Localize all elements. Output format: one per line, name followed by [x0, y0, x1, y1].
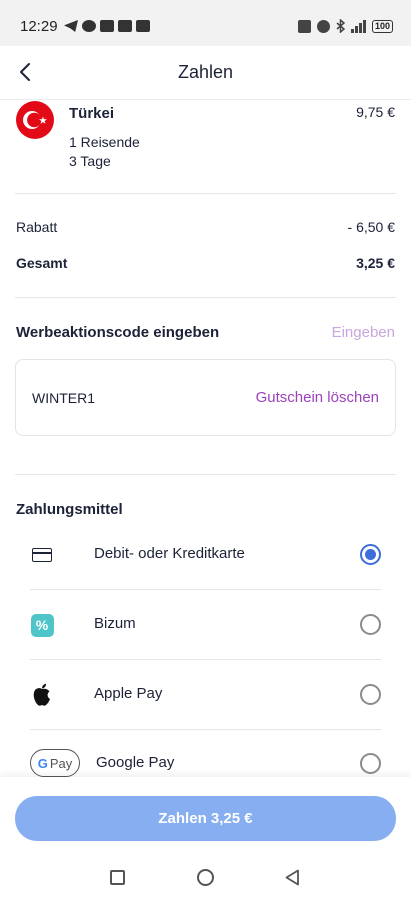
voucher-code: WINTER1 — [32, 390, 95, 406]
checkout-content: Türkei 9,75 € 1 Reisende 3 Tage Rabatt -… — [0, 100, 411, 777]
radio-selected[interactable] — [360, 544, 381, 565]
payment-option-label: Apple Pay — [94, 685, 163, 702]
item-duration: 3 Tage — [69, 153, 111, 169]
payment-option-label: Bizum — [94, 615, 136, 632]
total-value: 3,25 € — [356, 255, 395, 271]
recent-apps-icon[interactable] — [110, 870, 125, 885]
divider — [15, 297, 396, 298]
payment-option-label: Google Pay — [96, 754, 175, 771]
radio-unselected[interactable] — [360, 753, 381, 774]
enter-promo-link[interactable]: Eingeben — [332, 324, 395, 341]
divider — [15, 474, 396, 475]
battery-indicator: 100 — [371, 19, 393, 33]
facebook-icon — [82, 20, 96, 32]
radio-unselected[interactable] — [360, 684, 381, 705]
payment-option-label: Debit- oder Kreditkarte — [94, 545, 245, 562]
nfc-icon — [297, 19, 311, 33]
pay-button[interactable]: Zahlen 3,25 € — [15, 796, 396, 841]
google-pay-icon: G Pay — [30, 749, 80, 777]
telegram-icon — [64, 20, 78, 32]
app-header: Zahlen — [0, 46, 411, 100]
checkout-footer: Zahlen 3,25 € — [0, 777, 411, 847]
discount-value: - 6,50 € — [347, 219, 395, 235]
promo-code-title: Werbeaktionscode eingeben — [16, 324, 220, 341]
payment-option-bizum[interactable]: % Bizum — [30, 590, 381, 659]
discount-label: Rabatt — [16, 219, 58, 235]
apple-icon — [30, 683, 54, 707]
nav-back-icon[interactable] — [284, 869, 301, 886]
voucher-card: WINTER1 Gutschein löschen — [15, 359, 396, 436]
total-label: Gesamt — [16, 255, 68, 271]
home-icon[interactable] — [197, 869, 214, 886]
payment-option-google-pay[interactable]: G Pay Google Pay — [30, 729, 381, 777]
status-time: 12:29 — [20, 18, 58, 35]
status-bar: 12:29 100 — [0, 0, 411, 46]
system-nav-bar — [0, 847, 411, 900]
delete-voucher-link[interactable]: Gutschein löschen — [256, 389, 379, 406]
item-travelers: 1 Reisende — [69, 134, 140, 150]
youtube-icon — [100, 20, 114, 32]
payment-option-card[interactable]: Debit- oder Kreditkarte — [30, 520, 381, 589]
youtube-icon — [118, 20, 132, 32]
divider — [15, 193, 396, 194]
signal-5g-icon — [350, 19, 366, 33]
radio-unselected[interactable] — [360, 614, 381, 635]
item-country: Türkei — [69, 105, 115, 122]
item-price: 9,75 € — [356, 104, 395, 120]
order-item: Türkei 9,75 € 1 Reisende 3 Tage — [0, 100, 411, 194]
alarm-icon — [316, 19, 330, 33]
bluetooth-icon — [336, 19, 345, 33]
page-title: Zahlen — [177, 62, 234, 82]
payment-methods-title: Zahlungsmittel — [16, 501, 123, 518]
bizum-icon: % — [30, 613, 54, 637]
turkey-flag-icon — [16, 101, 54, 139]
system-icons: 100 — [297, 19, 393, 33]
credit-card-icon — [30, 543, 54, 567]
youtube-icon — [136, 20, 150, 32]
notification-icons — [64, 20, 150, 32]
payment-option-apple-pay[interactable]: Apple Pay — [30, 660, 381, 729]
